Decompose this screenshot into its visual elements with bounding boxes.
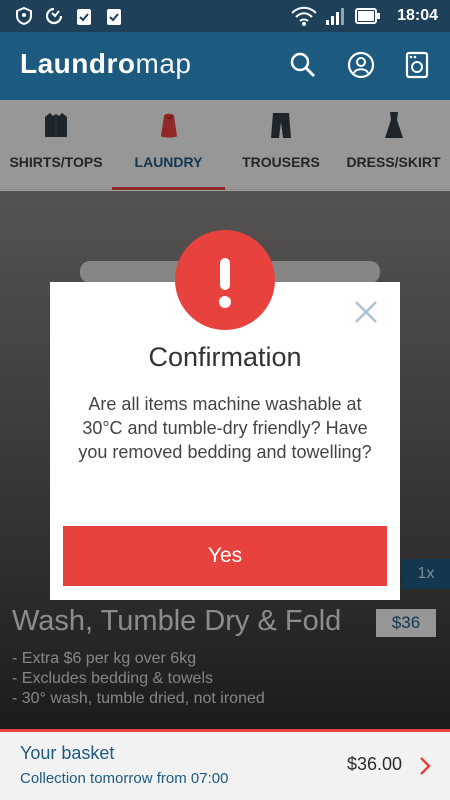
- status-time: 18:04: [397, 7, 438, 24]
- yes-button[interactable]: Yes: [63, 526, 387, 586]
- wifi-icon: [291, 6, 317, 26]
- dialog-message: Are all items machine washable at 30°C a…: [78, 394, 372, 462]
- logo-bold-text: Laundro: [20, 48, 136, 79]
- logo-light-text: map: [135, 48, 192, 79]
- search-icon[interactable]: [288, 50, 318, 80]
- signal-icon: [326, 8, 345, 25]
- chevron-right-icon[interactable]: [418, 756, 432, 776]
- basket-collection-time: Collection tomorrow from 07:00: [20, 770, 229, 787]
- close-icon[interactable]: [354, 300, 378, 324]
- clipboard-check-icon: [77, 9, 91, 25]
- account-icon[interactable]: [346, 50, 376, 80]
- basket-bar[interactable]: Your basket Collection tomorrow from 07:…: [0, 729, 450, 800]
- shield-icon: [16, 6, 32, 26]
- basket-total: $36.00: [346, 754, 402, 774]
- status-bar: 18:04: [0, 0, 450, 32]
- app-bar: Laundromap: [0, 32, 450, 100]
- alert-icon: [175, 230, 275, 330]
- app-logo[interactable]: Laundromap: [20, 48, 191, 80]
- sync-icon: [45, 7, 63, 25]
- battery-icon: [355, 8, 381, 24]
- dialog-title: Confirmation: [148, 342, 302, 372]
- basket-title: Your basket: [20, 743, 115, 763]
- clipboard-check-icon: [107, 9, 121, 25]
- washing-machine-icon[interactable]: [402, 50, 432, 80]
